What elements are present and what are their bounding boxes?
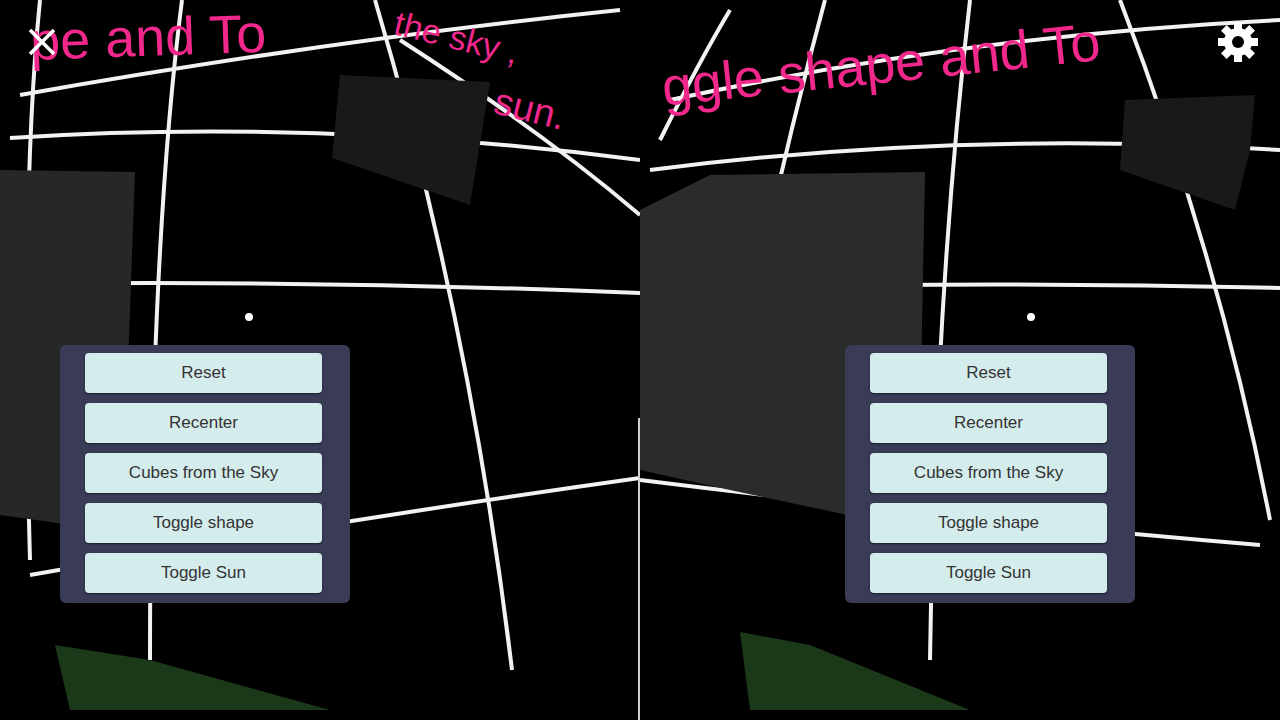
menu-button[interactable]: Cubes from the Sky	[870, 453, 1107, 493]
menu-button[interactable]: Toggle shape	[85, 503, 322, 543]
menu-panel: Reset Recenter Cubes from the Sky Toggle sh…	[845, 345, 1135, 603]
close-icon[interactable]	[26, 26, 58, 58]
gaze-reticle	[1027, 313, 1035, 321]
eye-viewport: pe and To the sky , sun. Reset Recenter Cubes…	[0, 0, 640, 720]
banner-text: the sky ,	[390, 5, 522, 72]
cube	[1120, 95, 1255, 210]
menu-button[interactable]: Toggle Sun	[85, 553, 322, 593]
menu-panel: Reset Recenter Cubes from the Sky Toggle sh…	[60, 345, 350, 603]
banner-text: sun.	[490, 81, 570, 139]
menu-button[interactable]: Recenter	[85, 403, 322, 443]
eye-divider	[638, 418, 640, 720]
vr-stereo-view: pe and To the sky , sun. Reset Recenter Cubes…	[0, 0, 1280, 720]
banner-text: pe and To	[29, 4, 267, 72]
menu-button[interactable]: Recenter	[870, 403, 1107, 443]
gear-icon[interactable]	[1216, 20, 1260, 64]
menu-button[interactable]: Toggle Sun	[870, 553, 1107, 593]
gaze-reticle	[245, 313, 253, 321]
menu-button[interactable]: Reset	[870, 353, 1107, 393]
cube	[332, 75, 490, 205]
menu-button[interactable]: Toggle shape	[870, 503, 1107, 543]
banner-text: ggle shape and To	[659, 12, 1103, 117]
menu-button[interactable]: Cubes from the Sky	[85, 453, 322, 493]
ground	[740, 632, 970, 710]
ground	[55, 645, 330, 710]
eye-viewport: ggle shape and To Reset Recenter Cubes from…	[640, 0, 1280, 720]
menu-button[interactable]: Reset	[85, 353, 322, 393]
